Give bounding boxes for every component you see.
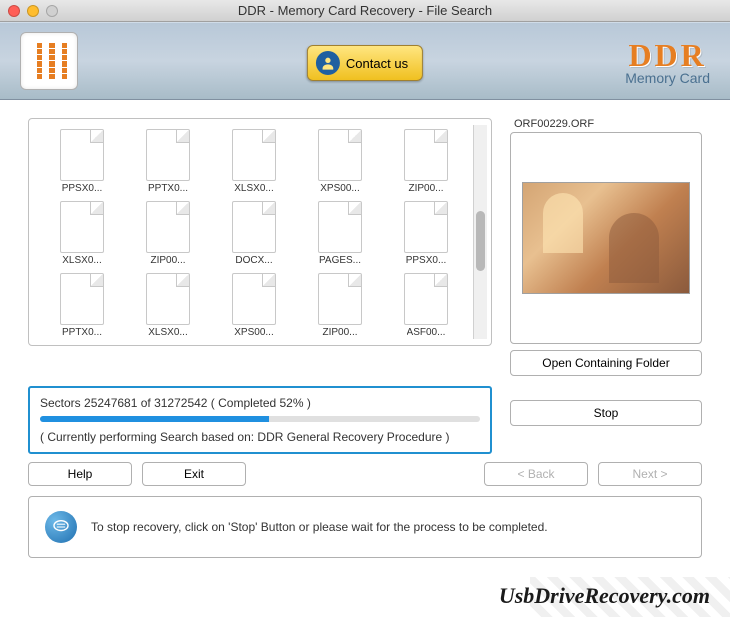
titlebar: DDR - Memory Card Recovery - File Search [0, 0, 730, 22]
bottom-button-row: Help Exit < Back Next > [28, 462, 702, 486]
file-item[interactable]: PPSX0... [383, 197, 469, 269]
window-controls [8, 5, 58, 17]
file-item[interactable]: ASF00... [383, 269, 469, 339]
content-area: PPSX0... PPTX0... XLSX0... XPS00... ZIP00...… [0, 100, 730, 566]
file-item[interactable]: DOCX... [211, 197, 297, 269]
file-list-panel: PPSX0... PPTX0... XLSX0... XPS00... ZIP00...… [28, 118, 492, 376]
file-label: XLSX0... [62, 255, 101, 266]
minimize-window-button[interactable] [27, 5, 39, 17]
file-label: PAGES... [319, 255, 361, 266]
document-icon [404, 129, 448, 181]
file-label: XPS00... [234, 327, 273, 338]
file-grid-container: PPSX0... PPTX0... XLSX0... XPS00... ZIP00...… [28, 118, 492, 346]
zoom-window-button[interactable] [46, 5, 58, 17]
document-icon [318, 273, 362, 325]
file-label: ASF00... [407, 327, 446, 338]
document-icon [404, 201, 448, 253]
preview-filename: ORF00229.ORF [510, 118, 702, 130]
header-band: Contact us DDR Memory Card [0, 22, 730, 100]
file-item[interactable]: XPS00... [297, 125, 383, 197]
contact-us-label: Contact us [346, 56, 408, 71]
contact-us-button[interactable]: Contact us [307, 45, 423, 81]
next-button[interactable]: Next > [598, 462, 702, 486]
file-label: DOCX... [235, 255, 272, 266]
app-logo [20, 32, 78, 90]
file-grid-scrollbar[interactable] [473, 125, 487, 339]
file-label: ZIP00... [408, 183, 443, 194]
file-label: PPSX0... [406, 255, 447, 266]
file-label: ZIP00... [150, 255, 185, 266]
progress-sectors-text: Sectors 25247681 of 31272542 ( Completed… [40, 396, 480, 410]
file-label: PPSX0... [62, 183, 103, 194]
file-item[interactable]: ZIP00... [383, 125, 469, 197]
document-icon [60, 129, 104, 181]
progress-bar-fill [40, 416, 269, 422]
document-icon [232, 201, 276, 253]
brand-sub: Memory Card [625, 70, 710, 86]
document-icon [232, 273, 276, 325]
document-icon [232, 129, 276, 181]
document-icon [146, 201, 190, 253]
help-button[interactable]: Help [28, 462, 132, 486]
window-title: DDR - Memory Card Recovery - File Search [238, 3, 492, 18]
file-label: ZIP00... [322, 327, 357, 338]
open-containing-folder-button[interactable]: Open Containing Folder [510, 350, 702, 376]
preview-column: ORF00229.ORF Open Containing Folder [510, 118, 702, 376]
back-button[interactable]: < Back [484, 462, 588, 486]
file-item[interactable]: XLSX0... [125, 269, 211, 339]
progress-panel: Sectors 25247681 of 31272542 ( Completed… [28, 386, 492, 454]
document-icon [146, 273, 190, 325]
hint-panel: To stop recovery, click on 'Stop' Button… [28, 496, 702, 558]
file-item[interactable]: PPSX0... [39, 125, 125, 197]
preview-image [522, 182, 690, 294]
brand-main: DDR [625, 37, 710, 74]
file-item[interactable]: XPS00... [211, 269, 297, 339]
file-grid: PPSX0... PPTX0... XLSX0... XPS00... ZIP00...… [39, 125, 469, 339]
file-label: PPTX0... [148, 183, 188, 194]
progress-bar [40, 416, 480, 422]
file-item[interactable]: ZIP00... [297, 269, 383, 339]
preview-box [510, 132, 702, 344]
file-label: XPS00... [320, 183, 359, 194]
document-icon [146, 129, 190, 181]
file-item[interactable]: ZIP00... [125, 197, 211, 269]
file-item[interactable]: PPTX0... [39, 269, 125, 339]
file-label: PPTX0... [62, 327, 102, 338]
hint-text: To stop recovery, click on 'Stop' Button… [91, 520, 548, 534]
file-item[interactable]: PAGES... [297, 197, 383, 269]
file-label: XLSX0... [234, 183, 273, 194]
progress-procedure-text: ( Currently performing Search based on: … [40, 430, 480, 444]
file-label: XLSX0... [148, 327, 187, 338]
document-icon [318, 129, 362, 181]
stop-button[interactable]: Stop [510, 400, 702, 426]
file-item[interactable]: XLSX0... [211, 125, 297, 197]
document-icon [60, 273, 104, 325]
brand-block: DDR Memory Card [625, 37, 710, 86]
footer-brand: UsbDriveRecovery.com [499, 583, 710, 609]
document-icon [404, 273, 448, 325]
chat-bubble-icon [45, 511, 77, 543]
close-window-button[interactable] [8, 5, 20, 17]
file-item[interactable]: XLSX0... [39, 197, 125, 269]
file-item[interactable]: PPTX0... [125, 125, 211, 197]
logo-grid-icon [31, 43, 67, 79]
document-icon [60, 201, 104, 253]
scrollbar-thumb[interactable] [476, 211, 485, 271]
exit-button[interactable]: Exit [142, 462, 246, 486]
person-icon [316, 51, 340, 75]
document-icon [318, 201, 362, 253]
